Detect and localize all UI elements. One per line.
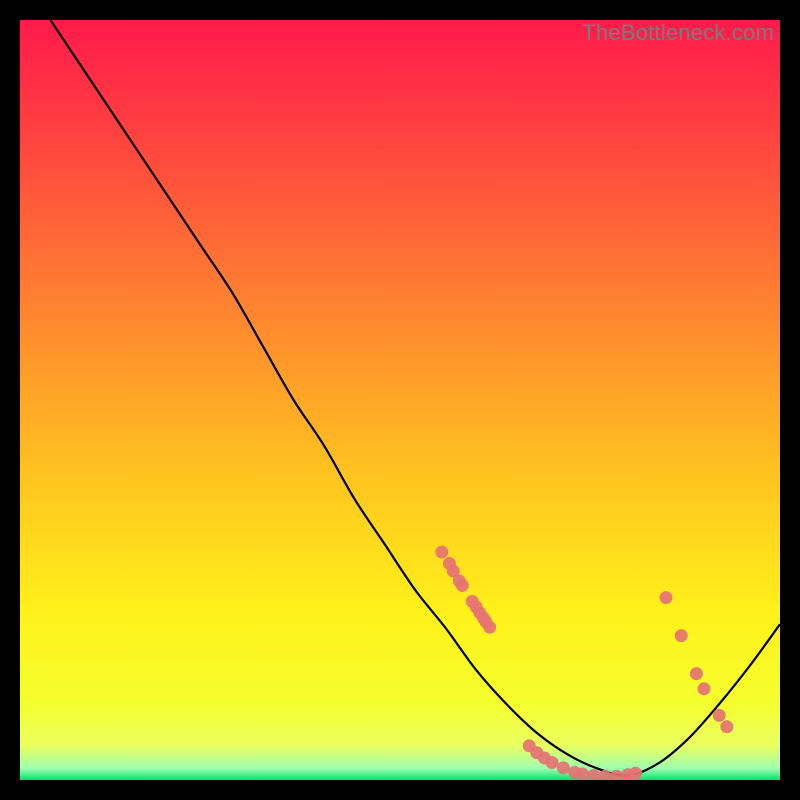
data-point [483, 621, 496, 634]
chart-svg [20, 20, 780, 780]
data-point [435, 546, 448, 559]
data-point [576, 767, 589, 780]
data-point [690, 667, 703, 680]
gradient-background [20, 20, 780, 780]
chart-frame: TheBottleneck.com [20, 20, 780, 780]
data-point [660, 591, 673, 604]
chart-plot [20, 20, 780, 780]
data-point [698, 682, 711, 695]
data-point [713, 709, 726, 722]
data-point [456, 579, 469, 592]
data-point [720, 720, 733, 733]
data-point [546, 756, 559, 769]
data-point [629, 767, 642, 780]
data-point [557, 761, 570, 774]
data-point [675, 629, 688, 642]
watermark-text: TheBottleneck.com [582, 20, 774, 46]
